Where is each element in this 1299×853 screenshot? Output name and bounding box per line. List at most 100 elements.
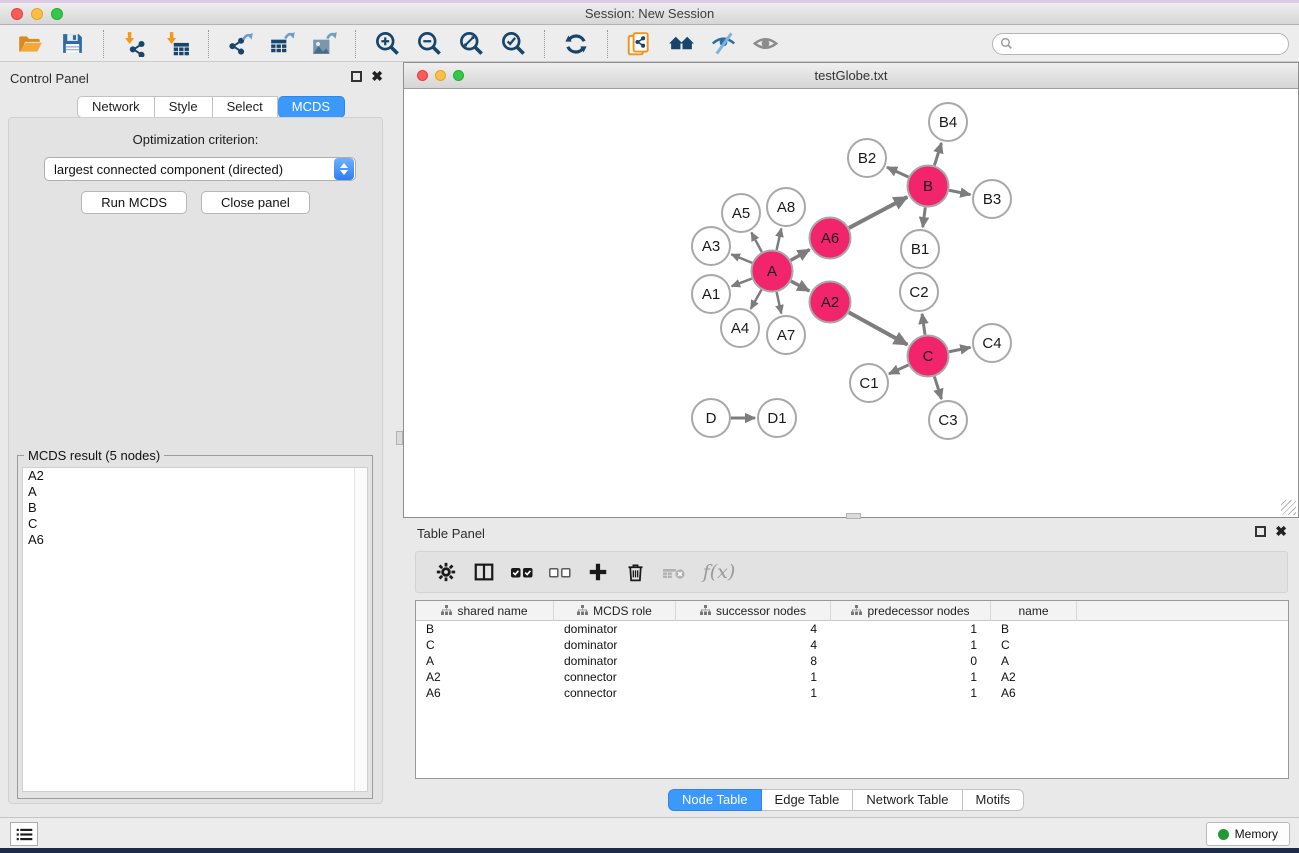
mcds-result-item[interactable]: C: [23, 516, 367, 532]
table-settings-button[interactable]: [433, 560, 458, 585]
home-layouts-button[interactable]: [667, 30, 695, 58]
column-header-name[interactable]: name: [991, 601, 1077, 621]
unselect-all-columns-button[interactable]: [547, 560, 572, 585]
import-table-button[interactable]: [163, 30, 191, 58]
edge-A-A1[interactable]: [732, 279, 752, 287]
graph-node-A7[interactable]: A7: [767, 316, 805, 354]
memory-button[interactable]: Memory: [1206, 822, 1290, 846]
graph-node-B1[interactable]: B1: [901, 230, 939, 268]
edge-A-A6[interactable]: [791, 250, 810, 261]
edge-C-C4[interactable]: [949, 347, 970, 351]
graph-node-C1[interactable]: C1: [850, 364, 888, 402]
zoom-network-button[interactable]: [453, 70, 464, 81]
export-table-button[interactable]: [268, 30, 296, 58]
table-cell[interactable]: connector: [554, 685, 676, 701]
table-cell[interactable]: 1: [831, 669, 991, 685]
network-window-titlebar[interactable]: testGlobe.txt: [404, 63, 1298, 89]
minimize-window-button[interactable]: [31, 8, 43, 20]
zoom-out-button[interactable]: [415, 30, 443, 58]
table-cell[interactable]: C: [416, 637, 554, 653]
mcds-result-item[interactable]: A2: [23, 468, 367, 484]
optimization-criterion-select[interactable]: largest connected component (directed): [44, 157, 356, 181]
split-divider-handle-horizontal[interactable]: [846, 513, 861, 519]
graph-node-A5[interactable]: A5: [722, 194, 760, 232]
close-panel-icon[interactable]: ✖: [371, 71, 383, 82]
graph-node-D1[interactable]: D1: [758, 399, 796, 437]
graph-node-D[interactable]: D: [692, 399, 730, 437]
node-table[interactable]: shared nameMCDS rolesuccessor nodesprede…: [415, 600, 1289, 779]
graph-node-B3[interactable]: B3: [973, 180, 1011, 218]
table-row[interactable]: Adominator80A: [416, 653, 1288, 669]
network-canvas[interactable]: B4B2BB3A5A8A6A3B1AA1C2A2A4A7C4CC1C3DD1: [404, 89, 1298, 517]
refresh-button[interactable]: [562, 30, 590, 58]
zoom-fit-button[interactable]: [457, 30, 485, 58]
table-cell[interactable]: 8: [676, 653, 831, 669]
edge-C-C2[interactable]: [922, 314, 925, 335]
mcds-result-item[interactable]: A6: [23, 532, 367, 548]
table-cell[interactable]: 1: [676, 669, 831, 685]
close-network-button[interactable]: [417, 70, 428, 81]
edge-C-C3[interactable]: [934, 377, 941, 399]
edge-A-A5[interactable]: [751, 232, 761, 252]
save-session-button[interactable]: [58, 30, 86, 58]
table-cell[interactable]: A: [991, 653, 1077, 669]
show-column-pane-button[interactable]: [471, 560, 496, 585]
export-image-button[interactable]: [310, 30, 338, 58]
graph-node-B[interactable]: B: [908, 166, 949, 207]
edge-B-B3[interactable]: [949, 190, 970, 194]
tab-mcds[interactable]: MCDS: [278, 96, 345, 118]
edge-A-A3[interactable]: [731, 254, 752, 263]
delete-column-button[interactable]: [623, 560, 648, 585]
graph-node-B4[interactable]: B4: [929, 103, 967, 141]
table-cell[interactable]: A: [416, 653, 554, 669]
tab-motifs[interactable]: Motifs: [963, 789, 1025, 811]
close-panel-button[interactable]: Close panel: [201, 191, 310, 214]
column-header-shared-name[interactable]: shared name: [416, 601, 554, 621]
graph-node-A1[interactable]: A1: [692, 275, 730, 313]
edge-B-B1[interactable]: [923, 207, 926, 227]
float-panel-icon[interactable]: [351, 71, 362, 82]
edge-A-A8[interactable]: [777, 228, 782, 250]
list-scrollbar[interactable]: [354, 468, 367, 791]
table-cell[interactable]: C: [991, 637, 1077, 653]
import-network-button[interactable]: [121, 30, 149, 58]
float-panel-icon[interactable]: [1255, 526, 1266, 537]
table-cell[interactable]: connector: [554, 669, 676, 685]
search-input[interactable]: [1018, 37, 1281, 51]
mcds-result-list[interactable]: A2ABCA6: [22, 467, 368, 792]
column-header-successor-nodes[interactable]: successor nodes: [676, 601, 831, 621]
edge-A-A7[interactable]: [777, 292, 782, 314]
edge-B-B2[interactable]: [887, 167, 908, 177]
close-window-button[interactable]: [11, 8, 23, 20]
mcds-result-item[interactable]: A: [23, 484, 367, 500]
tab-network-table[interactable]: Network Table: [853, 789, 962, 811]
edge-A2-C[interactable]: [849, 312, 908, 344]
table-cell[interactable]: A6: [991, 685, 1077, 701]
select-all-columns-button[interactable]: [509, 560, 534, 585]
window-resize-grip[interactable]: [1281, 500, 1296, 515]
open-session-button[interactable]: [16, 30, 44, 58]
table-cell[interactable]: A2: [416, 669, 554, 685]
graph-node-A4[interactable]: A4: [721, 309, 759, 347]
table-cell[interactable]: B: [416, 621, 554, 637]
table-cell[interactable]: B: [991, 621, 1077, 637]
column-header-MCDS-role[interactable]: MCDS role: [554, 601, 676, 621]
edge-B-B4[interactable]: [934, 143, 941, 165]
zoom-selected-button[interactable]: [499, 30, 527, 58]
table-cell[interactable]: dominator: [554, 653, 676, 669]
tab-network[interactable]: Network: [77, 96, 155, 118]
table-cell[interactable]: 1: [676, 685, 831, 701]
task-history-button[interactable]: [10, 822, 38, 846]
tab-style[interactable]: Style: [155, 96, 213, 118]
table-cell[interactable]: 4: [676, 621, 831, 637]
table-row[interactable]: Cdominator41C: [416, 637, 1288, 653]
table-row[interactable]: A6connector11A6: [416, 685, 1288, 701]
graph-node-A8[interactable]: A8: [767, 188, 805, 226]
tab-edge-table[interactable]: Edge Table: [762, 789, 854, 811]
table-cell[interactable]: A6: [416, 685, 554, 701]
table-cell[interactable]: 1: [831, 621, 991, 637]
graph-node-C3[interactable]: C3: [929, 401, 967, 439]
graph-node-A[interactable]: A: [752, 251, 793, 292]
table-cell[interactable]: 4: [676, 637, 831, 653]
column-header-predecessor-nodes[interactable]: predecessor nodes: [831, 601, 991, 621]
